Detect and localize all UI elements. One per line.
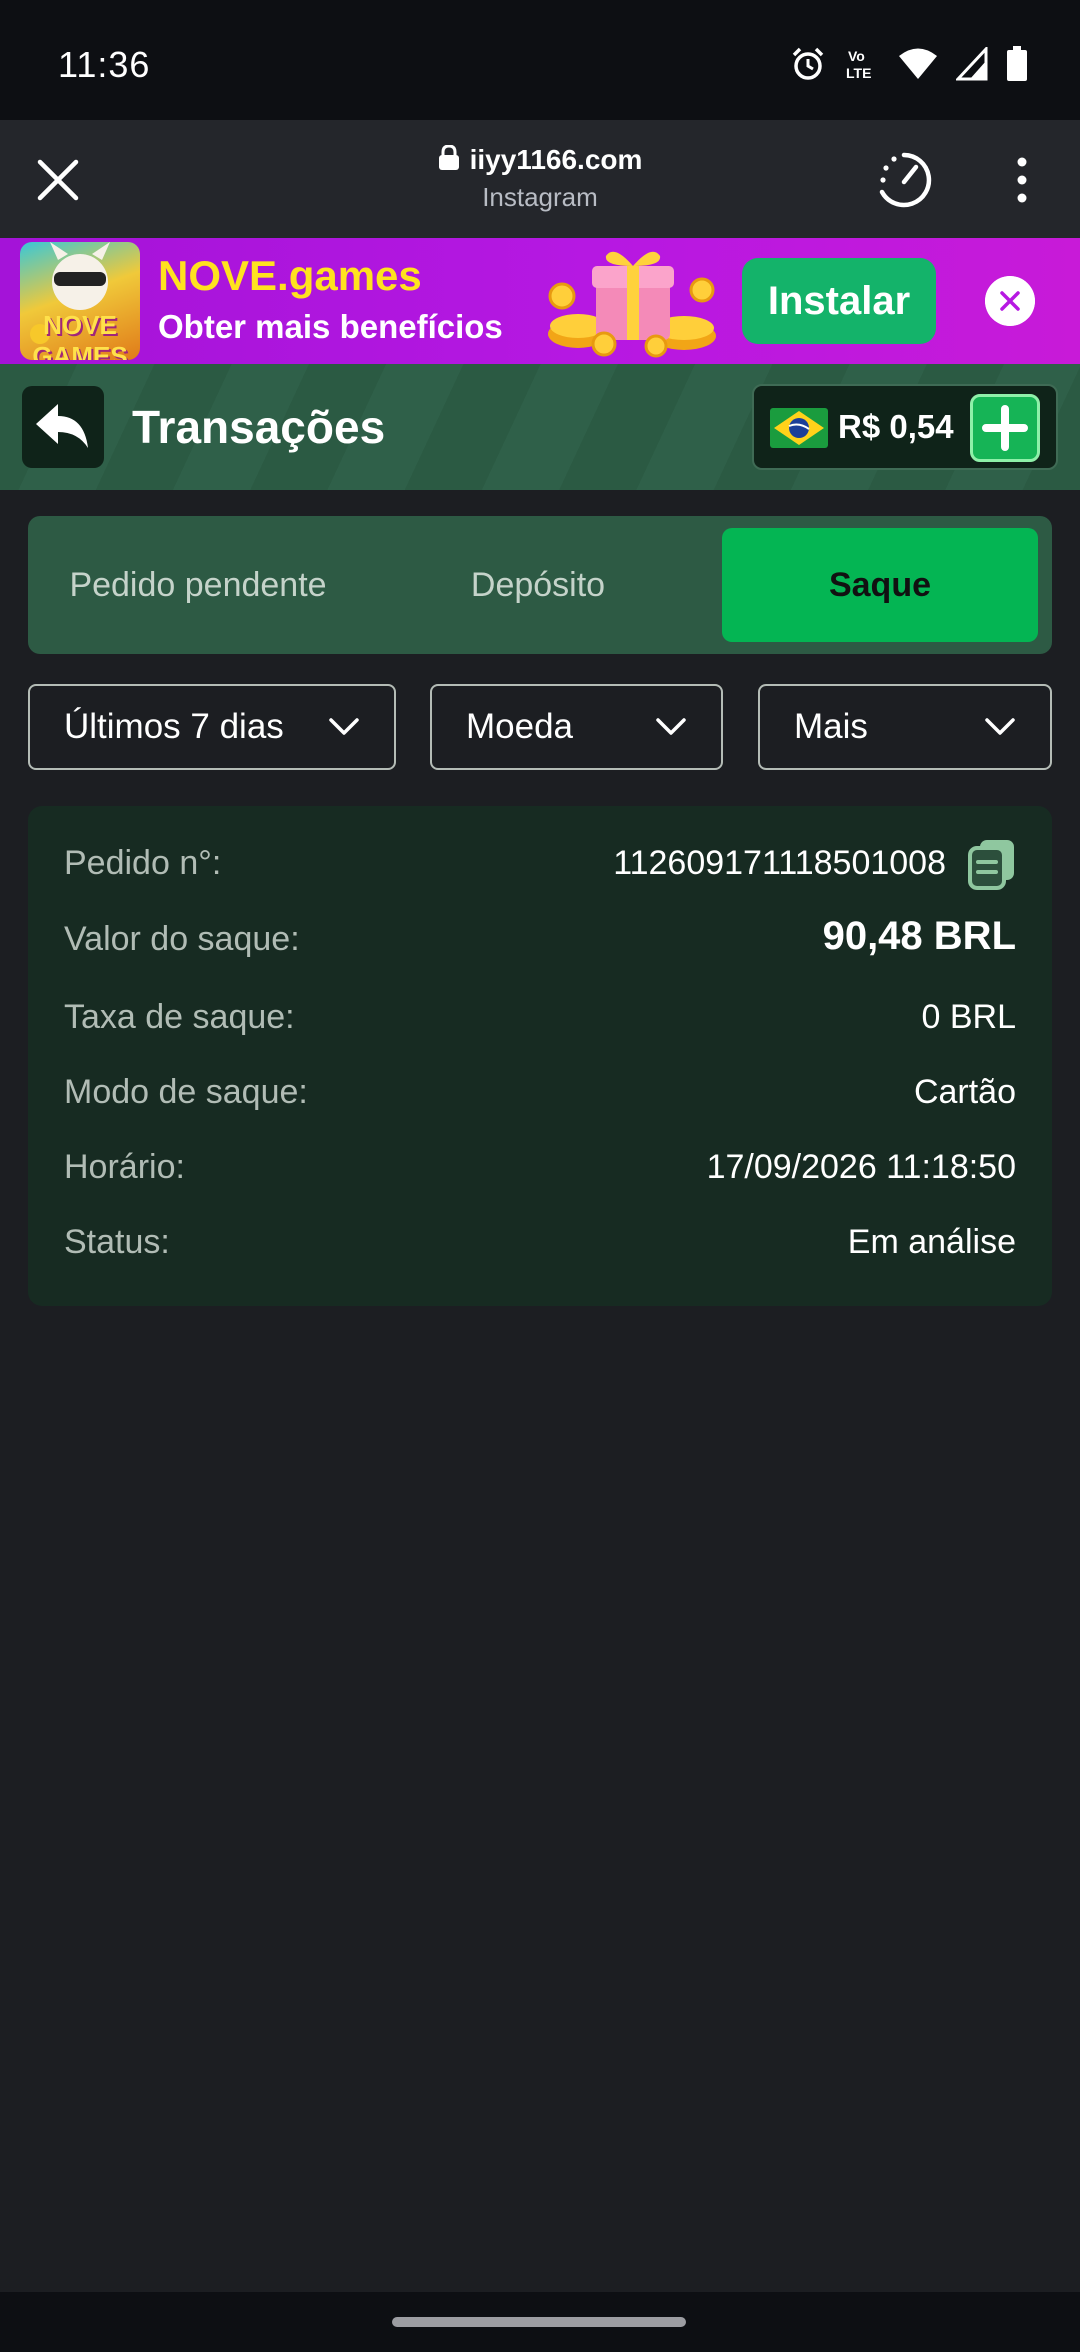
mode-label: Modo de saque:	[64, 1073, 308, 1111]
app-logo: NOVE GAMES	[20, 242, 140, 360]
currency-value: Moeda	[466, 707, 574, 746]
chevron-down-icon	[329, 718, 359, 735]
add-funds-button[interactable]	[970, 394, 1040, 462]
banner-title: NOVE.games	[158, 252, 422, 299]
logo-text: NOVE GAMES	[32, 310, 128, 360]
time-value: 17/09/2026 11:18:50	[706, 1148, 1016, 1186]
url-text: iiyy1166.com	[469, 144, 643, 175]
dismiss-banner-icon[interactable]	[985, 276, 1035, 326]
gift-coins-icon	[548, 251, 716, 358]
banner-subtitle: Obter mais benefícios	[158, 308, 503, 345]
lock-icon	[438, 144, 459, 170]
more-options-icon[interactable]	[1004, 150, 1040, 210]
period-dropdown[interactable]: Últimos 7 dias	[28, 684, 396, 770]
amount-label: Valor do saque:	[64, 920, 300, 958]
chevron-down-icon	[985, 718, 1015, 735]
more-value: Mais	[794, 707, 868, 746]
transaction-tabs: Pedido pendente Depósito Saque	[28, 516, 1052, 654]
svg-text:Vo: Vo	[848, 48, 865, 64]
time-row: Horário: 17/09/2026 11:18:50	[64, 1140, 1016, 1196]
tab-pending[interactable]: Pedido pendente	[28, 528, 368, 642]
wifi-icon	[899, 48, 937, 79]
battery-icon	[1007, 46, 1027, 81]
browser-bar: iiyy1166.com Instagram	[0, 120, 1080, 238]
back-button[interactable]	[22, 386, 104, 468]
mode-value: Cartão	[913, 1073, 1016, 1111]
tab-deposit[interactable]: Depósito	[368, 528, 708, 642]
status-time: 11:36	[58, 44, 151, 85]
period-value: Últimos 7 dias	[64, 707, 284, 746]
amount-value: 90,48 BRL	[822, 914, 1016, 958]
mode-row: Modo de saque: Cartão	[64, 1065, 1016, 1121]
install-button[interactable]: Instalar	[742, 258, 936, 344]
system-nav-bar	[0, 2292, 1080, 2352]
status-icons: Vo LTE	[790, 46, 1028, 82]
fee-row: Taxa de saque: 0 BRL	[64, 990, 1016, 1046]
speed-icon[interactable]	[874, 150, 934, 210]
amount-row: Valor do saque: 90,48 BRL	[64, 912, 1016, 968]
alarm-icon	[792, 47, 824, 80]
wallet-balance: R$ 0,54	[752, 384, 1058, 470]
time-label: Horário:	[64, 1148, 185, 1186]
svg-text:LTE: LTE	[846, 65, 871, 81]
brazil-flag-icon	[770, 408, 828, 448]
back-arrow-icon	[36, 404, 88, 448]
promo-banner: NOVE GAMES NOVE.games Obter mais benefíc…	[0, 238, 1080, 364]
fee-value: 0 BRL	[921, 998, 1017, 1036]
signal-icon	[956, 47, 988, 81]
transaction-card: Pedido n°: 112609171118501008 Valor do s…	[28, 806, 1052, 1306]
page-header: Transações R$ 0,54	[0, 364, 1080, 490]
status-value: Em análise	[847, 1223, 1016, 1261]
status-bar: 11:36 Vo LTE	[0, 0, 1080, 120]
tab-withdraw[interactable]: Saque	[722, 528, 1038, 642]
fee-label: Taxa de saque:	[64, 998, 295, 1036]
more-dropdown[interactable]: Mais	[758, 684, 1052, 770]
order-row: Pedido n°: 112609171118501008	[64, 836, 1016, 892]
currency-dropdown[interactable]: Moeda	[430, 684, 723, 770]
order-number: 112609171118501008	[613, 844, 946, 882]
balance-amount: R$ 0,54	[838, 408, 954, 445]
volte-icon: Vo LTE	[846, 48, 871, 81]
plus-icon	[982, 405, 1028, 451]
chevron-down-icon	[656, 718, 686, 735]
page-title: Transações	[132, 401, 386, 453]
home-indicator[interactable]	[392, 2317, 686, 2327]
copy-icon[interactable]	[968, 838, 1016, 890]
status-row: Status: Em análise	[64, 1215, 1016, 1271]
order-label: Pedido n°:	[64, 844, 222, 882]
status-label: Status:	[64, 1223, 170, 1261]
